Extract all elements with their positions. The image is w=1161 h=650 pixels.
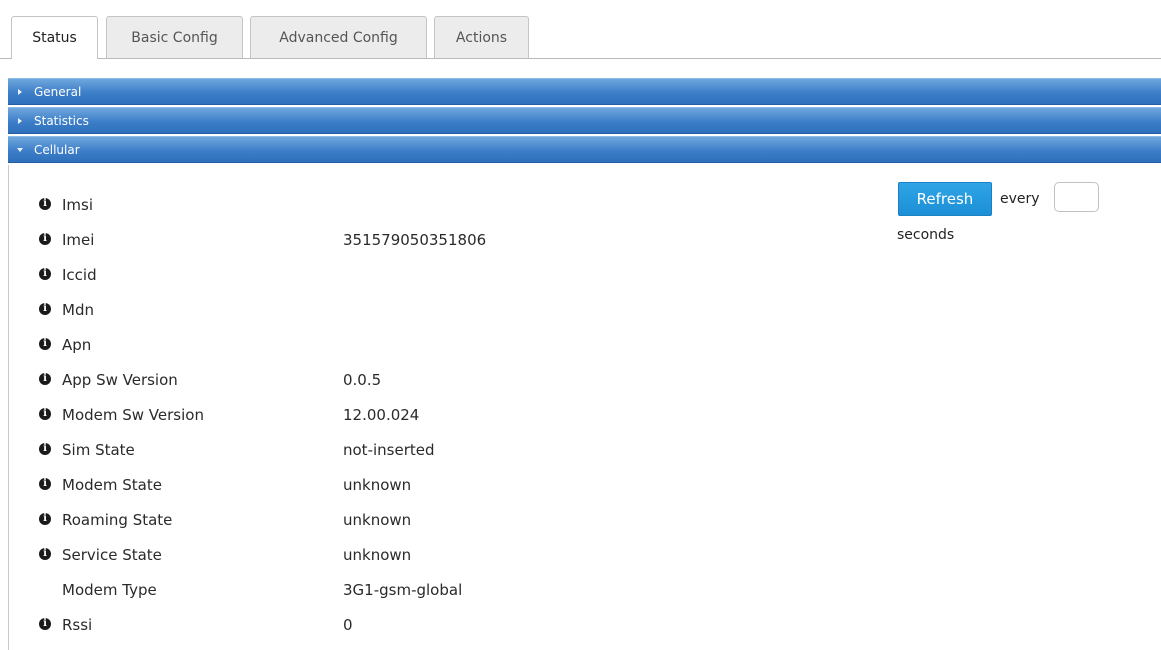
refresh-interval-input[interactable] — [1054, 182, 1099, 212]
section-cellular-label: Cellular — [34, 142, 80, 157]
row-value: 0 — [343, 616, 353, 634]
cellular-row-rssi: i Rssi 0 — [9, 607, 869, 642]
row-label: Mdn — [62, 301, 94, 319]
row-value: 3G1-gsm-global — [343, 581, 463, 599]
cellular-row-mdn: i Mdn — [9, 292, 869, 327]
seconds-label: seconds — [897, 227, 955, 243]
row-value: not-inserted — [343, 441, 435, 459]
cellular-row-iccid: i Iccid — [9, 257, 869, 292]
section-statistics-header[interactable]: Statistics — [8, 107, 1161, 134]
info-icon[interactable]: i — [39, 198, 51, 210]
section-general-header[interactable]: General — [8, 78, 1161, 105]
cellular-row-imei: i Imei 351579050351806 — [9, 222, 869, 257]
row-value: 12.00.024 — [343, 406, 420, 424]
section-general-label: General — [34, 84, 82, 99]
info-icon[interactable]: i — [39, 303, 51, 315]
info-icon[interactable]: i — [39, 338, 51, 350]
cellular-row-apn: i Apn — [9, 327, 869, 362]
triangle-right-icon — [18, 117, 22, 124]
row-label: Iccid — [62, 266, 97, 284]
cellular-row-modem-sw-version: i Modem Sw Version 12.00.024 — [9, 397, 869, 432]
section-cellular-header[interactable]: Cellular — [8, 136, 1161, 163]
cellular-row-service-state: i Service State unknown — [9, 537, 869, 572]
info-icon[interactable]: i — [39, 443, 51, 455]
row-label: Modem Sw Version — [62, 406, 204, 424]
info-icon[interactable]: i — [39, 548, 51, 560]
row-value: unknown — [343, 476, 412, 494]
row-value: unknown — [343, 546, 412, 564]
info-icon[interactable]: i — [39, 373, 51, 385]
tab-bar: Status Basic Config Advanced Config Acti… — [0, 0, 1161, 59]
info-icon[interactable]: i — [39, 268, 51, 280]
refresh-button[interactable]: Refresh — [898, 182, 992, 216]
row-value: 0.0.5 — [343, 371, 382, 389]
cellular-row-imsi: i Imsi — [9, 187, 869, 222]
cellular-panel: i Imsi i Imei 351579050351806 i Iccid i … — [8, 165, 1161, 650]
tab-advanced-config[interactable]: Advanced Config — [250, 16, 427, 58]
tab-basic-config[interactable]: Basic Config — [106, 16, 243, 58]
every-label: every — [1000, 191, 1040, 207]
row-value: unknown — [343, 511, 412, 529]
row-label: Service State — [62, 546, 162, 564]
info-icon[interactable]: i — [39, 233, 51, 245]
tab-status[interactable]: Status — [11, 16, 98, 59]
tab-divider — [0, 58, 1161, 59]
section-statistics-label: Statistics — [34, 113, 89, 128]
row-label: Rssi — [62, 616, 93, 634]
cellular-row-roaming-state: i Roaming State unknown — [9, 502, 869, 537]
row-label: Roaming State — [62, 511, 173, 529]
tab-actions[interactable]: Actions — [434, 16, 529, 58]
info-icon[interactable]: i — [39, 478, 51, 490]
cellular-row-modem-type: Modem Type 3G1-gsm-global — [9, 572, 869, 607]
info-icon[interactable]: i — [39, 618, 51, 630]
info-icon[interactable]: i — [39, 408, 51, 420]
row-label: Sim State — [62, 441, 135, 459]
row-label: Apn — [62, 336, 92, 354]
row-label: Modem Type — [62, 581, 157, 599]
cellular-row-sim-state: i Sim State not-inserted — [9, 432, 869, 467]
row-label: Imsi — [62, 196, 94, 214]
row-label: Imei — [62, 231, 95, 249]
cellular-row-app-sw-version: i App Sw Version 0.0.5 — [9, 362, 869, 397]
triangle-down-icon — [17, 147, 23, 152]
row-label: Modem State — [62, 476, 162, 494]
triangle-right-icon — [18, 88, 22, 95]
info-icon[interactable]: i — [39, 513, 51, 525]
cellular-row-modem-state: i Modem State unknown — [9, 467, 869, 502]
row-label: App Sw Version — [62, 371, 178, 389]
row-value: 351579050351806 — [343, 231, 487, 249]
